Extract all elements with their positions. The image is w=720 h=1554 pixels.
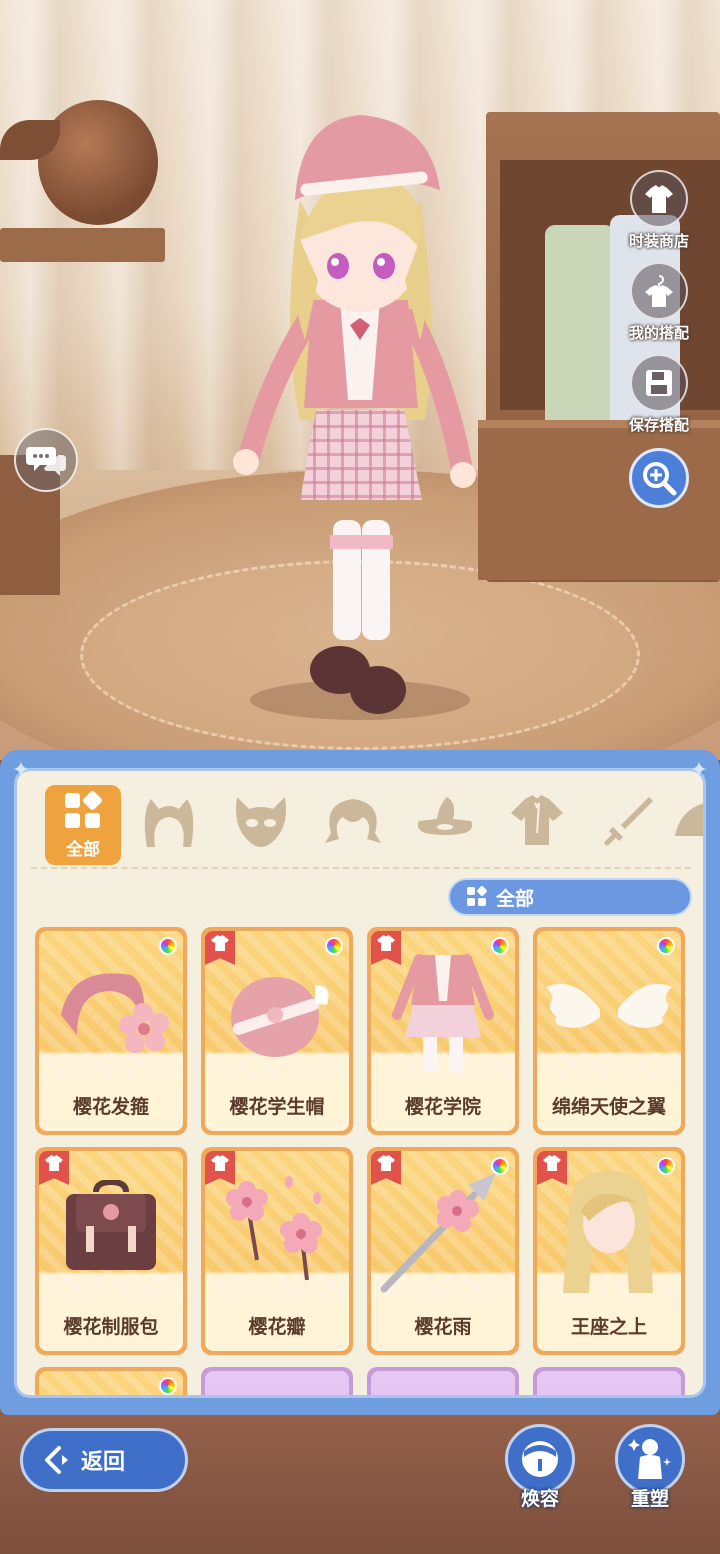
panel-corner-ornament: ✦ <box>689 758 709 783</box>
grid-small-icon <box>467 886 487 906</box>
item-card[interactable]: 樱花瓣 <box>201 1147 353 1355</box>
filter-dropdown[interactable]: 全部 <box>448 878 692 916</box>
tab-wing[interactable] <box>671 789 703 853</box>
item-name: 绵绵天使之翼 <box>551 1096 666 1118</box>
dyeable-icon <box>657 937 675 955</box>
item-card[interactable]: 樱花学生帽 <box>201 927 353 1135</box>
save-outfit-button[interactable]: 保存搭配 <box>604 354 714 435</box>
top-icon <box>511 795 563 845</box>
long-hair-artwork <box>537 1165 681 1295</box>
item-name: 樱花雨 <box>414 1316 472 1338</box>
dyeable-icon <box>491 1157 509 1175</box>
mask-icon <box>236 797 286 847</box>
item-card[interactable]: 樱花学院 <box>367 927 519 1135</box>
tab-all-label: 全部 <box>66 839 100 860</box>
dyeable-icon <box>159 1377 177 1395</box>
item-card[interactable] <box>533 1367 685 1395</box>
back-arrow-icon <box>45 1446 68 1474</box>
makeover-button[interactable]: 焕容 <box>500 1424 580 1511</box>
chat-button[interactable] <box>14 428 78 492</box>
hat-icon <box>417 797 473 835</box>
item-card[interactable]: 绵绵天使之翼 <box>533 927 685 1135</box>
item-card[interactable] <box>367 1367 519 1395</box>
back-button[interactable]: 返回 <box>20 1428 188 1492</box>
sakura-staff-artwork <box>371 1165 515 1295</box>
wardrobe-panel: 全部 全部 樱花发箍 樱花学生帽 樱花学院 绵绵天使之翼 樱花制服包 樱花瓣 樱… <box>0 750 720 1415</box>
dyeable-icon <box>325 937 343 955</box>
fashion-shop-icon <box>630 170 688 228</box>
wing-icon <box>675 803 703 836</box>
zoom-in-icon <box>643 462 677 496</box>
item-card[interactable] <box>201 1367 353 1395</box>
dyeable-icon <box>657 1157 675 1175</box>
tab-mask[interactable] <box>229 789 293 853</box>
item-card[interactable]: 樱花发箍 <box>35 927 187 1135</box>
grid-icon <box>65 790 102 828</box>
academy-outfit-artwork <box>371 945 515 1075</box>
back-label: 返回 <box>81 1450 126 1475</box>
fashion-shop-button[interactable]: 时装商店 <box>604 170 714 251</box>
save-outfit-label: 保存搭配 <box>628 416 689 434</box>
angel-wings-artwork <box>537 945 681 1075</box>
item-name: 樱花制服包 <box>63 1316 159 1338</box>
wardrobe-panel-content: 全部 全部 樱花发箍 樱花学生帽 樱花学院 绵绵天使之翼 樱花制服包 樱花瓣 樱… <box>14 768 706 1398</box>
save-disk-icon <box>630 354 688 412</box>
item-name: 王座之上 <box>570 1316 647 1338</box>
sword-icon <box>604 797 653 846</box>
tab-hair[interactable] <box>321 789 385 853</box>
tab-weapon[interactable] <box>597 789 661 853</box>
uniform-bag-artwork <box>39 1165 183 1295</box>
item-card[interactable]: 王座之上 <box>533 1147 685 1355</box>
category-tabs: 全部 <box>31 779 703 869</box>
reshape-button[interactable]: 重塑 <box>610 1424 690 1511</box>
chat-bubble-icon <box>26 447 66 476</box>
dyeable-icon <box>491 937 509 955</box>
item-name: 樱花发箍 <box>72 1096 149 1118</box>
tab-all[interactable]: 全部 <box>45 785 121 865</box>
category-divider <box>31 867 691 869</box>
panel-corner-ornament: ✦ <box>11 758 31 783</box>
makeover-label: 焕容 <box>520 1488 559 1510</box>
hair-icon <box>325 799 381 843</box>
item-card[interactable] <box>35 1367 187 1395</box>
hairband-icon <box>144 799 194 847</box>
hairband-artwork <box>39 945 183 1075</box>
item-card[interactable]: 樱花雨 <box>367 1147 519 1355</box>
tab-top[interactable] <box>505 789 569 853</box>
item-name: 樱花瓣 <box>248 1316 306 1338</box>
student-hat-artwork <box>205 945 349 1075</box>
dyeable-icon <box>159 937 177 955</box>
my-outfits-button[interactable]: 我的搭配 <box>604 262 714 343</box>
fashion-shop-label: 时装商店 <box>628 232 689 250</box>
tab-hairband[interactable] <box>137 789 201 853</box>
sakura-petals-artwork <box>205 1165 349 1295</box>
item-name: 樱花学生帽 <box>229 1096 325 1118</box>
zoom-in-button[interactable] <box>629 448 689 508</box>
item-card[interactable]: 樱花制服包 <box>35 1147 187 1355</box>
tab-hat[interactable] <box>413 789 477 853</box>
hanger-shirt-icon <box>630 262 688 320</box>
item-name: 樱花学院 <box>404 1096 481 1118</box>
my-outfits-label: 我的搭配 <box>628 324 689 342</box>
reshape-label: 重塑 <box>630 1488 669 1510</box>
filter-label: 全部 <box>496 887 535 910</box>
